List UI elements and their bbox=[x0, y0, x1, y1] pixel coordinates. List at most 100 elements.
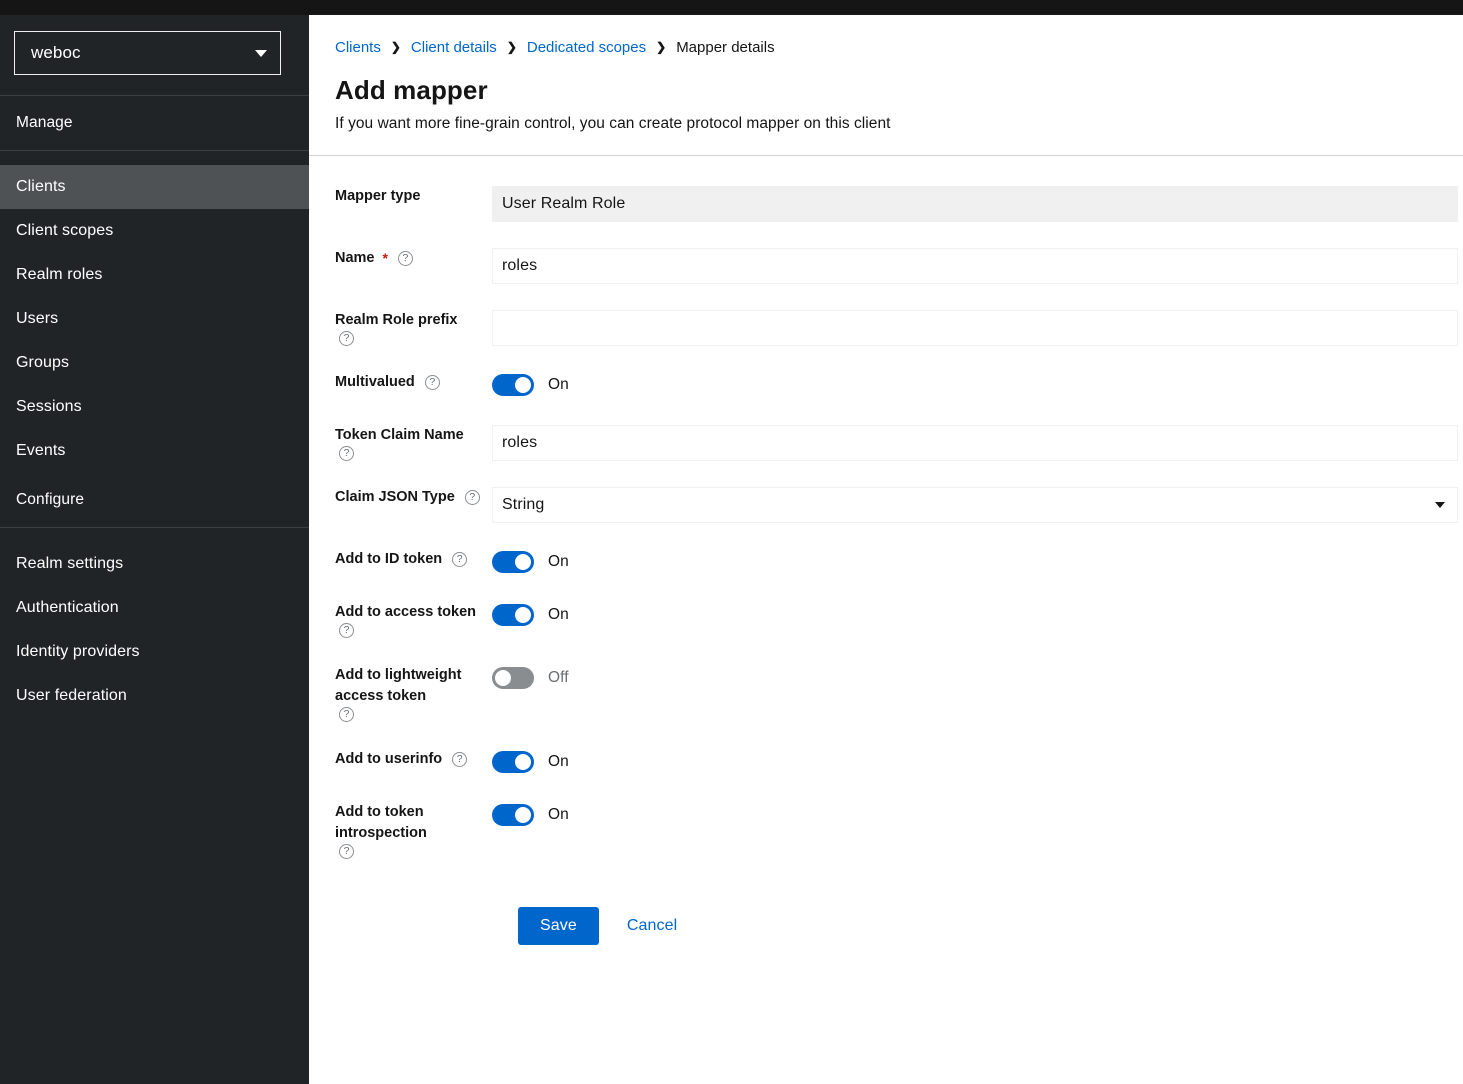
breadcrumb-separator-icon: ❯ bbox=[390, 39, 401, 54]
chevron-down-icon bbox=[255, 49, 267, 57]
add-to-token-introspection-switch-group: On bbox=[492, 802, 1458, 828]
form-row-add-to-access-token: Add to access token? On bbox=[309, 602, 1463, 638]
add-to-userinfo-toggle[interactable] bbox=[492, 751, 534, 773]
multivalued-toggle[interactable] bbox=[492, 374, 534, 396]
form-control-token-claim-name bbox=[492, 425, 1463, 461]
sidebar-item-realm-settings[interactable]: Realm settings bbox=[0, 542, 309, 586]
claim-json-type-select-wrapper: String bbox=[492, 487, 1458, 523]
form-row-mapper-type: Mapper type bbox=[309, 186, 1463, 222]
form-label-add-to-lightweight-access-token: Add to lightweight access token? bbox=[309, 665, 492, 722]
form-label-name: Name *? bbox=[309, 248, 492, 269]
add-mapper-form: Mapper typeName*?Realm Role prefix?Multi… bbox=[309, 156, 1463, 945]
form-control-multivalued: On bbox=[492, 372, 1463, 398]
page-header: Clients ❯ Client details ❯ Dedicated scopes ❯… bbox=[309, 15, 1463, 156]
form-label-text-add-to-id-token: Add to ID token bbox=[335, 551, 443, 567]
form-label-text-add-to-token-introspection: Add to token introspection bbox=[335, 804, 427, 841]
form-label-text-add-to-userinfo: Add to userinfo bbox=[335, 751, 443, 767]
sidebar-item-user-federation[interactable]: User federation bbox=[0, 674, 309, 718]
form-control-name bbox=[492, 248, 1463, 284]
add-to-lightweight-access-token-switch-group: Off bbox=[492, 665, 1458, 691]
form-label-add-to-id-token: Add to ID token? bbox=[309, 549, 492, 570]
sidebar-item-realm-roles[interactable]: Realm roles bbox=[0, 253, 309, 297]
realm-role-prefix-input[interactable] bbox=[492, 310, 1458, 346]
sidebar-item-sessions[interactable]: Sessions bbox=[0, 385, 309, 429]
add-to-id-token-switch-group: On bbox=[492, 549, 1458, 575]
cancel-button[interactable]: Cancel bbox=[613, 907, 691, 945]
form-label-text-multivalued: Multivalued bbox=[335, 374, 415, 390]
help-icon[interactable]: ? bbox=[339, 446, 354, 461]
form-control-add-to-lightweight-access-token: Off bbox=[492, 665, 1463, 691]
masthead-bar bbox=[0, 0, 1463, 15]
help-icon[interactable]: ? bbox=[424, 375, 440, 390]
add-to-userinfo-switch-group: On bbox=[492, 749, 1458, 775]
help-icon[interactable]: ? bbox=[464, 490, 480, 505]
sidebar-item-events[interactable]: Events bbox=[0, 429, 309, 473]
sidebar-navigation: weboc Manage Clients Client scopes Realm ro… bbox=[0, 15, 309, 1084]
form-row-add-to-lightweight-access-token: Add to lightweight access token? Off bbox=[309, 665, 1463, 722]
breadcrumb-separator-icon: ❯ bbox=[506, 39, 517, 54]
form-label-add-to-userinfo: Add to userinfo? bbox=[309, 749, 492, 770]
add-to-lightweight-access-token-state-label: Off bbox=[548, 669, 569, 686]
help-icon[interactable]: ? bbox=[397, 251, 413, 266]
form-label-token-claim-name: Token Claim Name? bbox=[309, 425, 492, 461]
add-to-access-token-toggle[interactable] bbox=[492, 604, 534, 626]
sidebar-item-users[interactable]: Users bbox=[0, 297, 309, 341]
multivalued-state-label: On bbox=[548, 376, 569, 393]
add-to-lightweight-access-token-toggle[interactable] bbox=[492, 667, 534, 689]
sidebar-list-configure: Realm settings Authentication Identity pro… bbox=[0, 542, 309, 718]
form-row-token-claim-name: Token Claim Name? bbox=[309, 425, 1463, 461]
form-label-add-to-token-introspection: Add to token introspection? bbox=[309, 802, 492, 859]
help-icon[interactable]: ? bbox=[339, 623, 354, 638]
sidebar-item-identity-providers[interactable]: Identity providers bbox=[0, 630, 309, 674]
claim-json-type-selected-value: String bbox=[502, 495, 545, 513]
breadcrumb-item-dedicated-scopes[interactable]: Dedicated scopes bbox=[527, 39, 646, 56]
sidebar-item-client-scopes[interactable]: Client scopes bbox=[0, 209, 309, 253]
form-control-add-to-userinfo: On bbox=[492, 749, 1463, 775]
form-label-multivalued: Multivalued? bbox=[309, 372, 492, 393]
form-control-add-to-access-token: On bbox=[492, 602, 1463, 628]
sidebar-list-manage: Clients Client scopes Realm roles Users Grou… bbox=[0, 165, 309, 473]
sidebar-sections: Manage Clients Client scopes Realm roles Use… bbox=[0, 96, 309, 718]
help-icon[interactable]: ? bbox=[339, 844, 354, 859]
breadcrumb: Clients ❯ Client details ❯ Dedicated scopes ❯… bbox=[335, 39, 1437, 56]
help-icon[interactable]: ? bbox=[452, 752, 468, 767]
breadcrumb-item-client-details[interactable]: Client details bbox=[411, 39, 497, 56]
form-label-text-name: Name bbox=[335, 250, 375, 266]
form-actions: Save Cancel bbox=[309, 907, 1463, 945]
token-claim-name-input[interactable] bbox=[492, 425, 1458, 461]
form-label-text-claim-json-type: Claim JSON Type bbox=[335, 489, 455, 505]
add-to-token-introspection-toggle[interactable] bbox=[492, 804, 534, 826]
add-to-id-token-state-label: On bbox=[548, 553, 569, 570]
form-label-text-add-to-lightweight-access-token: Add to lightweight access token bbox=[335, 667, 462, 704]
sidebar-item-authentication[interactable]: Authentication bbox=[0, 586, 309, 630]
sidebar-item-groups[interactable]: Groups bbox=[0, 341, 309, 385]
page-subtitle: If you want more fine-grain control, you… bbox=[335, 115, 891, 132]
toggle-knob bbox=[515, 807, 531, 823]
sidebar-item-clients[interactable]: Clients bbox=[0, 165, 309, 209]
save-button[interactable]: Save bbox=[518, 907, 599, 945]
form-label-text-add-to-access-token: Add to access token bbox=[335, 604, 477, 620]
claim-json-type-select[interactable]: String bbox=[492, 487, 1458, 523]
name-input[interactable] bbox=[492, 248, 1458, 284]
form-label-text-token-claim-name: Token Claim Name bbox=[335, 427, 464, 443]
toggle-knob bbox=[495, 670, 511, 686]
add-to-id-token-toggle[interactable] bbox=[492, 551, 534, 573]
form-label-text-mapper-type: Mapper type bbox=[335, 188, 421, 204]
help-icon[interactable]: ? bbox=[452, 552, 468, 567]
breadcrumb-item-mapper-details: Mapper details bbox=[676, 39, 775, 56]
help-icon[interactable]: ? bbox=[339, 707, 354, 722]
add-to-token-introspection-state-label: On bbox=[548, 806, 569, 823]
realm-selector[interactable]: weboc bbox=[14, 31, 281, 75]
add-to-access-token-switch-group: On bbox=[492, 602, 1458, 628]
breadcrumb-item-clients[interactable]: Clients bbox=[335, 39, 381, 56]
form-control-add-to-token-introspection: On bbox=[492, 802, 1463, 828]
form-row-claim-json-type: Claim JSON Type? String bbox=[309, 487, 1463, 523]
toggle-knob bbox=[515, 754, 531, 770]
help-icon[interactable]: ? bbox=[339, 331, 354, 346]
page-title: Add mapper bbox=[335, 75, 488, 105]
add-to-userinfo-state-label: On bbox=[548, 753, 569, 770]
form-row-add-to-token-introspection: Add to token introspection? On bbox=[309, 802, 1463, 859]
form-label-claim-json-type: Claim JSON Type? bbox=[309, 487, 492, 508]
form-row-add-to-id-token: Add to ID token? On bbox=[309, 549, 1463, 575]
